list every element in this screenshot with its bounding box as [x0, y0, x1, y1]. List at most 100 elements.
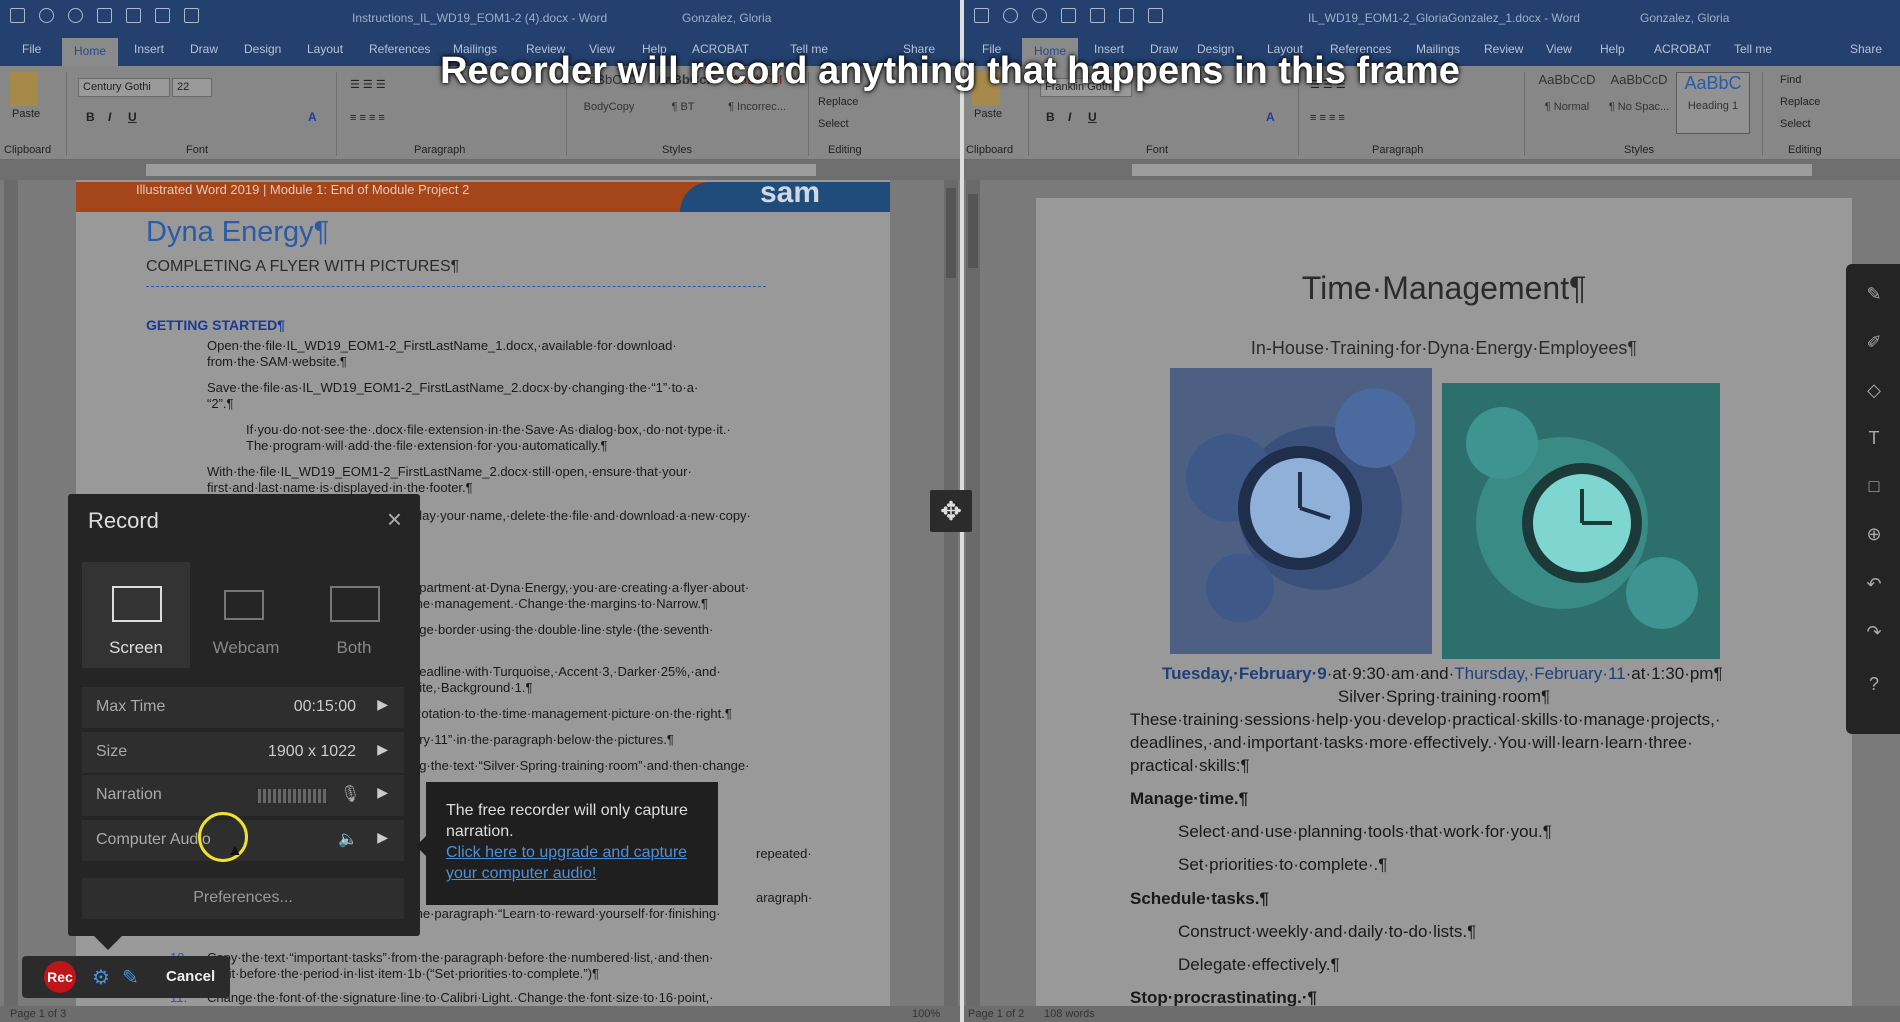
training-room: Silver·Spring·training·room¶: [1337, 687, 1551, 706]
select-button[interactable]: Select: [1780, 118, 1811, 130]
help-icon[interactable]: ?: [1863, 674, 1885, 696]
print-icon[interactable]: [155, 8, 170, 23]
align-icons[interactable]: ≡ ≡ ≡ ≡: [350, 112, 385, 124]
move-frame-icon[interactable]: ✥: [930, 490, 972, 532]
instruction-line: Copy·the·text·“important·tasks”·from·the…: [207, 950, 714, 965]
date-1: Tuesday,·February·9: [1162, 664, 1327, 683]
page-count: Page 1 of 2: [968, 1008, 1025, 1020]
italic-icon[interactable]: I: [108, 110, 111, 124]
instruction-line: ary·11”·in·the·paragraph·below·the·pictu…: [412, 732, 674, 747]
mode-label: Screen: [109, 638, 163, 657]
rec-button[interactable]: Rec: [44, 961, 76, 993]
mode-both-button[interactable]: Both: [300, 562, 408, 668]
eraser-icon[interactable]: ◇: [1863, 380, 1885, 402]
undo-icon[interactable]: ↶: [1863, 574, 1885, 596]
paste-button[interactable]: Paste: [974, 108, 1002, 120]
upgrade-tooltip: The free recorder will only capture narr…: [426, 782, 718, 905]
skill-heading: Manage·time.¶: [1130, 789, 1249, 808]
mode-label: Both: [336, 638, 372, 657]
text-icon[interactable]: T: [1863, 428, 1885, 450]
setting-label: Max Time: [96, 698, 166, 715]
underline-icon[interactable]: U: [1088, 110, 1097, 124]
annotation-toolbar: ✎ ✐ ◇ T □ ⊕ ↶ ↷ ?: [1846, 264, 1900, 734]
gears-clock-picture-left[interactable]: [1170, 368, 1432, 654]
select-button[interactable]: Select: [818, 118, 849, 130]
date-2: Thursday,·February·11: [1454, 664, 1626, 683]
pen-icon[interactable]: ✐: [1863, 332, 1885, 354]
narration-row[interactable]: Narration 🎙 ▶: [82, 775, 404, 816]
font-color-icon[interactable]: A: [308, 110, 317, 124]
instruction-line: Change·the·font·of·the·signature·line·to…: [207, 990, 714, 1005]
zoom-level[interactable]: 100%: [912, 1008, 940, 1020]
print-preview-icon[interactable]: [1148, 8, 1163, 23]
align-icons[interactable]: ≡ ≡ ≡ ≡: [1310, 112, 1345, 124]
document-title: Instructions_IL_WD19_EOM1-2 (4).docx - W…: [352, 11, 608, 25]
instruction-line: Rotation·to·the·time·management·picture·…: [412, 706, 732, 721]
gears-clock-picture-right[interactable]: [1442, 383, 1720, 659]
open-icon[interactable]: [97, 8, 112, 23]
redo-icon[interactable]: ↷: [1863, 622, 1885, 644]
header-strip: Illustrated Word 2019 | Module 1: End of…: [76, 176, 890, 212]
redo-icon[interactable]: [68, 8, 83, 23]
gears-clock-illustration: [1186, 388, 1415, 622]
close-icon[interactable]: ×: [387, 504, 402, 535]
rectangle-icon[interactable]: □: [1863, 476, 1885, 498]
sam-logo: sam: [759, 176, 820, 209]
time-2: ·at·1:30·pm¶: [1625, 664, 1723, 683]
chevron-right-icon: ▶: [377, 741, 388, 757]
pencil-icon[interactable]: ✎: [122, 965, 139, 990]
webcam-icon: [224, 590, 264, 620]
upgrade-link[interactable]: Click here to upgrade and capture your c…: [446, 844, 687, 882]
mode-screen-button[interactable]: Screen: [82, 562, 190, 668]
replace-button[interactable]: Replace: [1780, 96, 1820, 108]
paste-button[interactable]: Paste: [12, 108, 40, 120]
title-bar: IL_WD19_EOM1-2_GloriaGonzalez_1.docx - W…: [964, 0, 1900, 34]
undo-icon[interactable]: [1003, 8, 1018, 23]
flyer-subtitle: In-House·Training·for·Dyna·Energy·Employ…: [1250, 338, 1638, 358]
new-document-icon[interactable]: [1090, 8, 1105, 23]
size-row[interactable]: Size 1900 x 1022 ▶: [82, 732, 404, 773]
save-icon[interactable]: [974, 8, 989, 23]
header-strip-text: Illustrated Word 2019 | Module 1: End of…: [136, 182, 470, 197]
instruction-line: Save·the·file·as·IL_WD19_EOM1-2_FirstLas…: [207, 380, 699, 395]
record-panel-title: Record: [88, 508, 159, 533]
user-name: Gonzalez, Gloria: [1640, 11, 1730, 25]
group-font: Font: [186, 144, 209, 156]
mouse-cursor-icon: ▲: [227, 842, 243, 859]
speaker-muted-icon: 🔈: [338, 831, 358, 848]
skill-item: Set·priorities·to·complete·.¶: [1178, 855, 1388, 874]
italic-icon[interactable]: I: [1068, 110, 1071, 124]
bold-icon[interactable]: B: [1046, 110, 1055, 124]
save-icon[interactable]: [10, 8, 25, 23]
print-preview-icon[interactable]: [184, 8, 199, 23]
group-editing: Editing: [828, 144, 862, 156]
print-icon[interactable]: [1119, 8, 1134, 23]
redo-icon[interactable]: [1032, 8, 1047, 23]
max-time-value: 00:15:00: [293, 698, 356, 715]
highlighter-icon[interactable]: ✎: [1863, 284, 1885, 306]
max-time-row[interactable]: Max Time 00:15:00 ▶: [82, 687, 404, 728]
zoom-icon[interactable]: ⊕: [1863, 524, 1885, 546]
open-icon[interactable]: [1061, 8, 1076, 23]
vertical-scrollbar[interactable]: [966, 180, 980, 1006]
instruction-line: aragraph·: [756, 890, 813, 905]
cancel-button[interactable]: Cancel: [166, 968, 215, 985]
mode-webcam-button[interactable]: Webcam: [192, 562, 300, 668]
undo-icon[interactable]: [39, 8, 54, 23]
bold-icon[interactable]: B: [86, 110, 95, 124]
group-styles: Styles: [1624, 144, 1654, 156]
gear-icon[interactable]: ⚙: [92, 965, 110, 990]
font-color-icon[interactable]: A: [1266, 110, 1275, 124]
replace-button[interactable]: Replace: [818, 96, 858, 108]
preferences-button[interactable]: Preferences...: [82, 878, 404, 919]
vertical-scrollbar[interactable]: [944, 180, 958, 1006]
quick-access-toolbar: [10, 8, 199, 23]
preferences-label: Preferences...: [193, 889, 293, 906]
underline-icon[interactable]: U: [128, 110, 137, 124]
horizontal-ruler[interactable]: [964, 160, 1900, 180]
document-page[interactable]: Time·Management¶ In-House·Training·for·D…: [1036, 198, 1852, 1007]
group-clipboard: Clipboard: [966, 144, 1014, 156]
body-line: deadlines,·and·important·tasks·more·effe…: [1130, 733, 1693, 752]
new-document-icon[interactable]: [126, 8, 141, 23]
style-name: Heading 1: [1687, 100, 1739, 112]
